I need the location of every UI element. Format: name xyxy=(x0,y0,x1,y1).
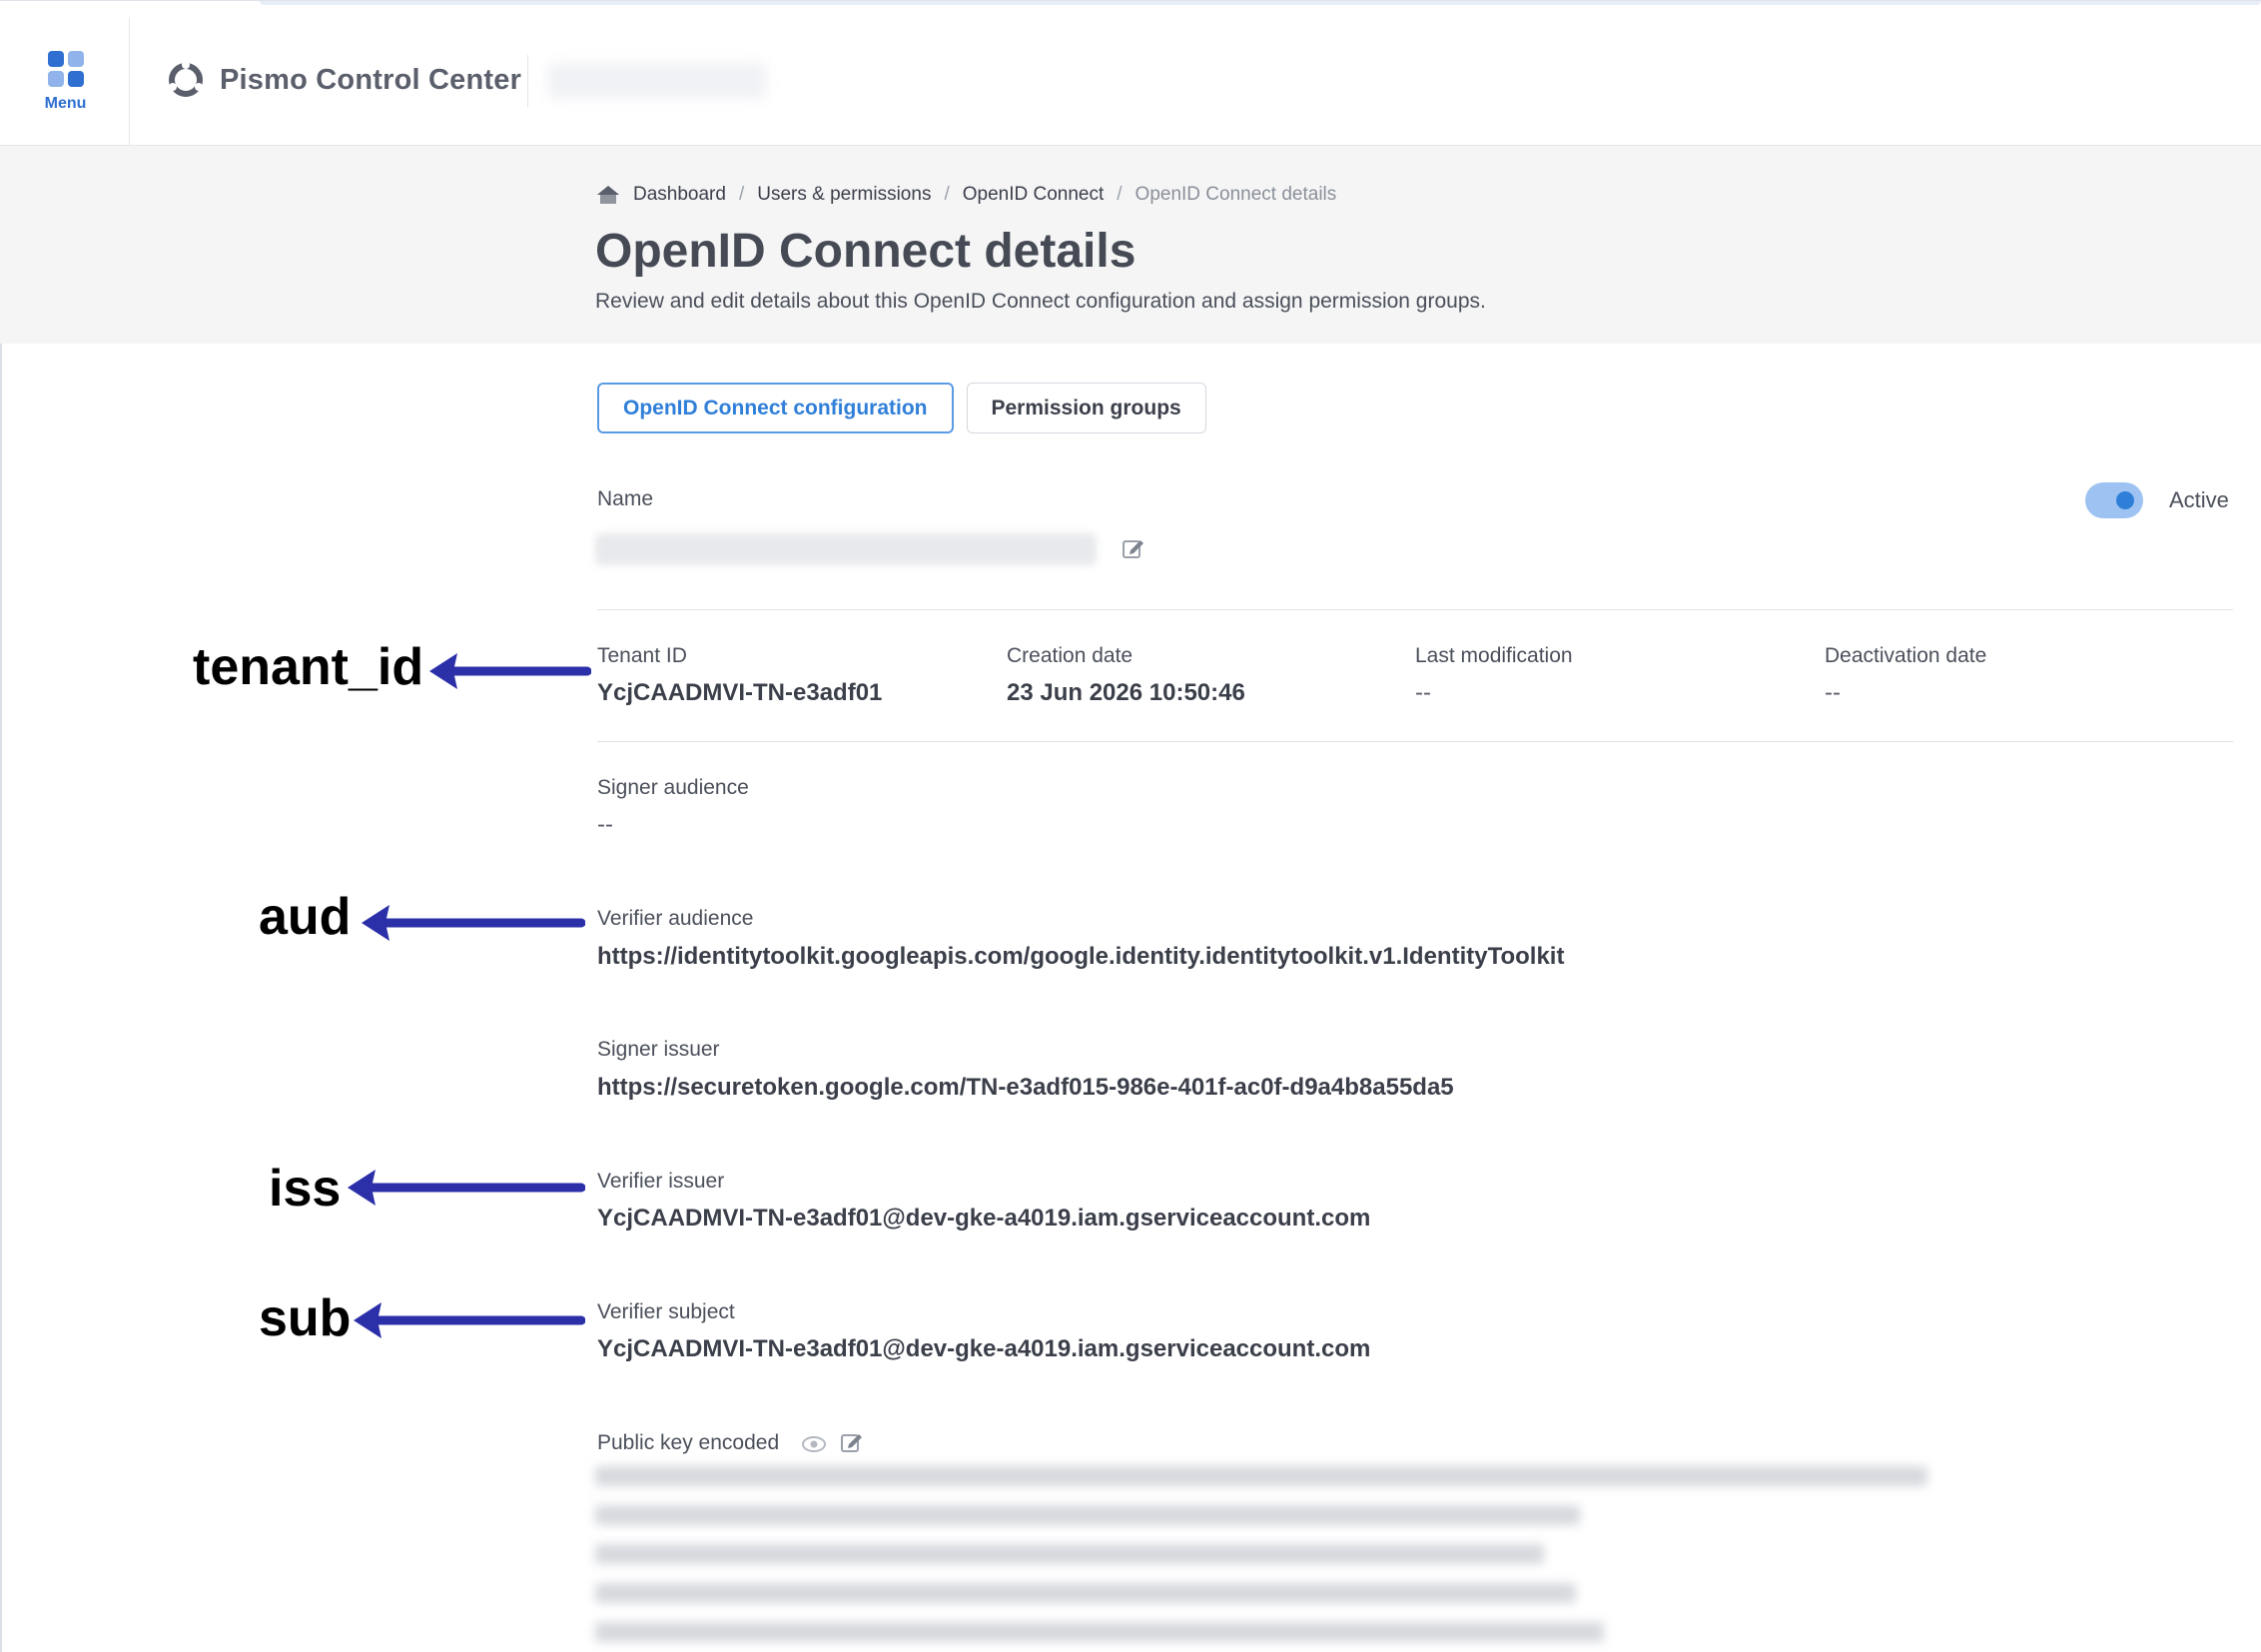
brand[interactable]: Pismo Control Center xyxy=(166,57,521,103)
breadcrumb-openid-connect[interactable]: OpenID Connect xyxy=(963,184,1105,206)
verifier-audience-label: Verifier audience xyxy=(597,907,754,930)
name-value-redacted xyxy=(595,533,1097,565)
verifier-audience-value: https://identitytoolkit.googleapis.com/g… xyxy=(597,943,1565,970)
last-modification-label: Last modification xyxy=(1415,644,1573,667)
breadcrumb-separator: / xyxy=(1117,184,1123,205)
tenant-id-label: Tenant ID xyxy=(597,644,687,667)
breadcrumb-separator: / xyxy=(738,184,745,205)
edit-name-icon[interactable] xyxy=(1121,535,1146,561)
annotation-arrow-tenant-id xyxy=(429,653,591,689)
signer-audience-label: Signer audience xyxy=(597,776,749,799)
menu-label: Menu xyxy=(44,95,87,112)
brand-divider xyxy=(527,55,528,107)
toggle-knob xyxy=(2116,491,2134,509)
top-progress-line xyxy=(260,1,2261,5)
last-modification-value: -- xyxy=(1415,679,1431,706)
home-icon[interactable] xyxy=(595,184,621,206)
annotation-sub: sub xyxy=(259,1289,352,1347)
public-key-value-redacted xyxy=(595,1466,1927,1652)
pismo-logo-icon xyxy=(169,61,203,97)
verifier-issuer-value: YcjCAADMVI-TN-e3adf01@dev-gke-a4019.iam.… xyxy=(597,1205,1371,1232)
annotation-arrow-aud xyxy=(362,905,585,941)
active-toggle[interactable] xyxy=(2085,482,2143,518)
breadcrumb-current: OpenID Connect details xyxy=(1134,184,1337,205)
creation-date-value: 23 Jun 2026 10:50:46 xyxy=(1007,679,1245,706)
signer-audience-value: -- xyxy=(597,811,613,838)
page-subtitle: Review and edit details about this OpenI… xyxy=(595,290,1486,313)
deactivation-date-label: Deactivation date xyxy=(1825,644,1987,667)
deactivation-date-value: -- xyxy=(1825,679,1841,706)
breadcrumb: Dashboard / Users & permissions / OpenID… xyxy=(595,184,1336,206)
creation-date-label: Creation date xyxy=(1007,644,1133,667)
signer-issuer-label: Signer issuer xyxy=(597,1038,720,1061)
tenant-id-value: YcjCAADMVI-TN-e3adf01 xyxy=(597,679,883,706)
tab-permission-groups[interactable]: Permission groups xyxy=(966,383,1206,433)
edit-public-key-icon[interactable] xyxy=(839,1429,865,1455)
eye-icon[interactable] xyxy=(801,1431,827,1457)
signer-issuer-value: https://securetoken.google.com/TN-e3adf0… xyxy=(597,1074,1454,1101)
divider xyxy=(597,741,2233,742)
verifier-issuer-label: Verifier issuer xyxy=(597,1170,725,1193)
annotation-aud: aud xyxy=(259,888,352,946)
tab-bar: OpenID Connect configuration Permission … xyxy=(597,383,1206,433)
public-key-label: Public key encoded xyxy=(597,1431,780,1454)
tab-openid-configuration[interactable]: OpenID Connect configuration xyxy=(597,383,954,433)
brand-name: Pismo Control Center xyxy=(220,63,522,96)
page-title: OpenID Connect details xyxy=(595,225,1136,278)
top-bar: Menu Pismo Control Center xyxy=(0,0,2261,147)
menu-button[interactable]: Menu xyxy=(2,17,130,147)
annotation-arrow-sub xyxy=(354,1302,585,1338)
breadcrumb-separator: / xyxy=(944,184,950,205)
verifier-subject-label: Verifier subject xyxy=(597,1300,735,1323)
environment-selector[interactable] xyxy=(547,63,767,99)
menu-grid-icon xyxy=(47,51,84,87)
divider xyxy=(597,609,2233,610)
annotation-arrow-iss xyxy=(348,1170,585,1206)
breadcrumb-users-permissions[interactable]: Users & permissions xyxy=(757,184,931,206)
name-label: Name xyxy=(597,487,654,510)
active-label: Active xyxy=(2169,487,2229,512)
annotation-tenant-id: tenant_id xyxy=(193,638,424,696)
annotation-iss: iss xyxy=(269,1160,342,1218)
breadcrumb-dashboard[interactable]: Dashboard xyxy=(633,184,726,206)
verifier-subject-value: YcjCAADMVI-TN-e3adf01@dev-gke-a4019.iam.… xyxy=(597,1335,1371,1362)
